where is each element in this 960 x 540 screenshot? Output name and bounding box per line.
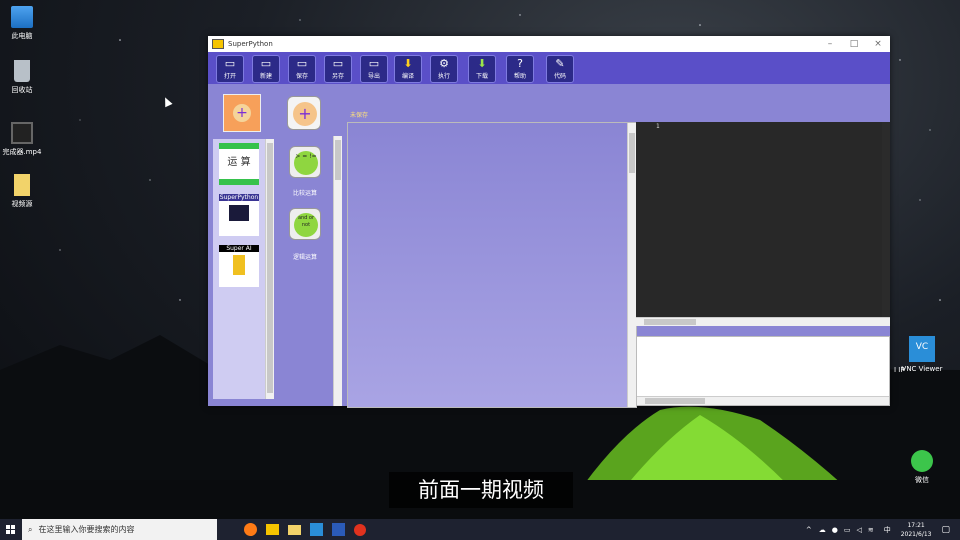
folder-icon <box>14 174 30 196</box>
superpython-icon <box>265 524 279 535</box>
gear-icon: ⚙ <box>439 57 449 70</box>
new-file-icon: ▭ <box>260 57 272 70</box>
save-as-button[interactable]: ▭ 另存 <box>324 55 352 83</box>
compare-block-icon: > = != <box>294 151 318 175</box>
block-panel: + > = != 比较运算 and or not 逻辑运算 <box>278 84 344 406</box>
help-icon: ? <box>517 57 523 70</box>
close-button[interactable]: × <box>866 39 890 49</box>
toolbar: ▭ 打开 ▭ 新建 ▭ 保存 ▭ 另存 ▭ 导出 ⬇ 编译 ⚙ 执行 ⬇ 下载 ? 帮助 ✎ 代码 <box>208 52 890 84</box>
desktop-icon-this-pc[interactable]: 此电脑 <box>0 6 44 41</box>
video-subtitle: 前面一期视频 <box>389 472 573 508</box>
help-button[interactable]: ? 帮助 <box>506 55 534 83</box>
desktop-icon-wechat[interactable]: 微信 <box>900 450 944 485</box>
wechat-icon <box>911 450 933 472</box>
video-file-icon <box>11 122 33 144</box>
add-block-button[interactable]: + <box>287 96 321 130</box>
taskbar-recorder[interactable] <box>349 519 371 540</box>
system-tray: ^ ☁ ● ▭ ◁ ≋ 中 17:21 2021/6/13 ▢ <box>802 521 960 539</box>
vnc-icon: VC <box>909 336 935 362</box>
folder-open-icon: ▭ <box>224 57 236 70</box>
save-as-icon: ▭ <box>332 57 344 70</box>
save-icon: ▭ <box>296 57 308 70</box>
logic-block[interactable]: and or not <box>289 208 321 240</box>
category-super-ai[interactable]: Super AI <box>219 245 259 287</box>
category-list: 运 算 SuperPython Super AI <box>213 139 265 399</box>
code-button[interactable]: ✎ 代码 <box>546 55 574 83</box>
export-button[interactable]: ▭ 导出 <box>360 55 388 83</box>
firefox-icon <box>243 523 257 536</box>
new-button[interactable]: ▭ 新建 <box>252 55 280 83</box>
desktop-icon-recycle-bin[interactable]: 回收站 <box>0 60 44 95</box>
search-icon: ⌕ <box>28 524 33 534</box>
desktop-icon-vnc-viewer[interactable]: VC VNC Viewer <box>900 336 944 373</box>
wifi-icon[interactable]: ≋ <box>868 526 874 534</box>
vnc-icon <box>309 523 323 536</box>
logic-block-icon: and or not <box>294 213 318 237</box>
computer-icon <box>11 6 33 28</box>
word-icon <box>331 523 345 536</box>
editor-hscroll[interactable] <box>636 317 890 326</box>
category-panel: + 运 算 SuperPython Super AI <box>208 84 278 406</box>
app-logo-icon <box>212 39 224 49</box>
desktop-icon-folder[interactable]: 视频源 <box>0 174 44 209</box>
save-button[interactable]: ▭ 保存 <box>288 55 316 83</box>
output-hscroll[interactable] <box>637 396 889 405</box>
run-button[interactable]: ⚙ 执行 <box>430 55 458 83</box>
ime-indicator[interactable]: 中 <box>884 525 891 535</box>
line-number: 1 <box>656 123 660 130</box>
window-title: SuperPython <box>228 40 273 48</box>
mic-icon[interactable]: ● <box>832 526 838 534</box>
code-edit-icon: ✎ <box>555 57 565 70</box>
title-bar: SuperPython – □ × <box>208 36 890 52</box>
taskbar-superpython[interactable] <box>261 519 283 540</box>
compile-arrow-icon: ⬇ <box>403 57 413 70</box>
start-button[interactable] <box>0 519 22 540</box>
add-category-button[interactable]: + <box>223 94 261 132</box>
code-editor[interactable]: 1 <box>636 122 890 326</box>
canvas-scrollbar[interactable] <box>627 123 636 407</box>
block-canvas[interactable] <box>347 122 637 408</box>
block-scrollbar[interactable] <box>333 136 342 406</box>
category-scrollbar[interactable] <box>265 139 274 399</box>
maximize-button[interactable]: □ <box>842 39 866 49</box>
plus-icon: + <box>293 102 317 126</box>
compile-button[interactable]: ⬇ 编译 <box>394 55 422 83</box>
plus-icon: + <box>233 104 251 122</box>
export-icon: ▭ <box>368 57 380 70</box>
download-icon: ⬇ <box>477 57 487 70</box>
category-superpython[interactable]: SuperPython <box>219 194 259 236</box>
superpython-window: SuperPython – □ × ▭ 打开 ▭ 新建 ▭ 保存 ▭ 另存 ▭ 导出 ⬇ 编… <box>208 36 890 408</box>
unsaved-label: 未保存 <box>350 112 369 119</box>
notification-icon[interactable]: ▢ <box>941 525 950 535</box>
compare-block-label: 比较运算 <box>292 190 317 197</box>
open-button[interactable]: ▭ 打开 <box>216 55 244 83</box>
category-operations[interactable]: 运 算 <box>219 143 259 185</box>
download-button[interactable]: ⬇ 下载 <box>468 55 496 83</box>
compare-block[interactable]: > = != <box>289 146 321 178</box>
board-icon <box>229 205 249 221</box>
desktop-icon-video[interactable]: 完成器.mp4 <box>0 122 44 157</box>
volume-icon[interactable]: ◁ <box>856 526 861 534</box>
taskbar-search[interactable]: ⌕ 在这里输入你要搜索的内容 <box>22 519 217 540</box>
taskbar-vnc[interactable] <box>305 519 327 540</box>
output-console[interactable] <box>636 336 890 406</box>
windows-logo-icon <box>6 524 15 534</box>
search-placeholder: 在这里输入你要搜索的内容 <box>38 525 135 534</box>
network-icon[interactable]: ▭ <box>844 526 851 534</box>
recycle-bin-icon <box>14 60 30 82</box>
weather-icon[interactable]: ☁ <box>819 526 826 534</box>
taskbar-firefox[interactable] <box>239 519 261 540</box>
minimize-button[interactable]: – <box>818 39 842 49</box>
clock[interactable]: 17:21 2021/6/13 <box>901 521 932 539</box>
logic-block-label: 逻辑运算 <box>292 254 317 261</box>
taskbar-explorer[interactable] <box>283 519 305 540</box>
tray-overflow-icon[interactable]: ^ <box>806 526 812 534</box>
folder-icon <box>287 524 301 535</box>
record-icon <box>354 523 366 536</box>
taskbar-word[interactable] <box>327 519 349 540</box>
editor-scrollbar[interactable] <box>882 122 890 318</box>
taskbar: ⌕ 在这里输入你要搜索的内容 ^ ☁ ● ▭ ◁ ≋ 中 17:21 2021/… <box>0 519 960 540</box>
robot-arm-icon <box>233 255 245 275</box>
